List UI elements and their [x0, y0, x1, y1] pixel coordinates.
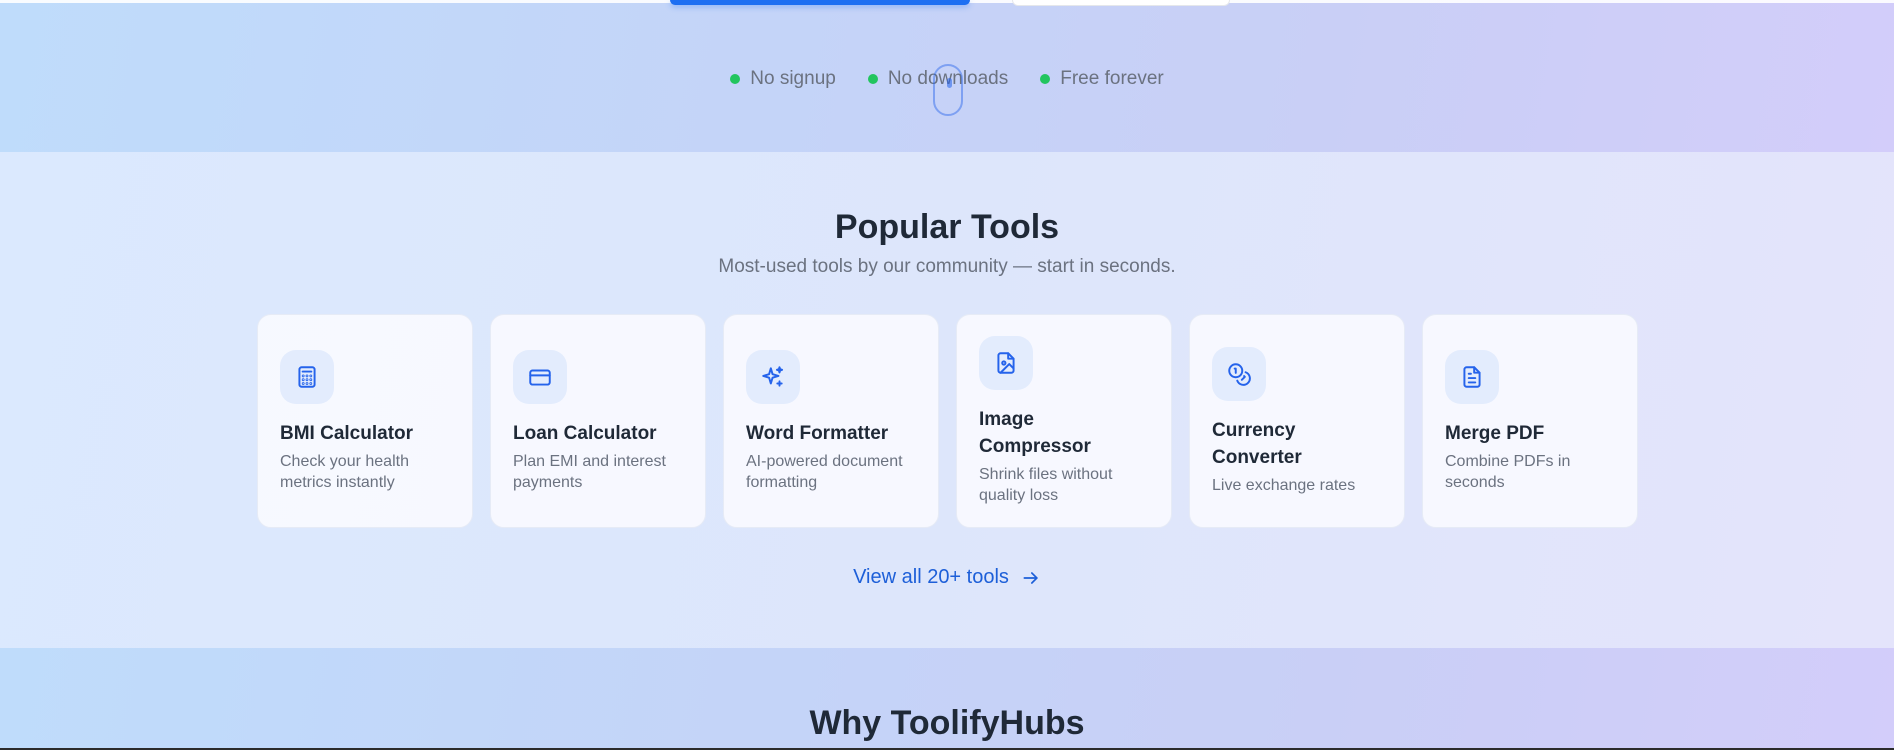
badge-no-signup: No signup: [730, 68, 836, 90]
file-text-icon: [1445, 349, 1499, 404]
secondary-cta-button[interactable]: [1012, 0, 1230, 6]
section-title: Popular Tools: [834, 208, 1060, 246]
tool-name: Image Compressor: [979, 409, 1091, 457]
tool-name: Word Formatter: [746, 422, 889, 444]
credit-card-icon: [513, 349, 567, 404]
view-all-tools-link[interactable]: View all 20+ tools: [0, 566, 1894, 589]
tool-name: BMI Calculator: [280, 422, 414, 444]
why-section: Why ToolifyHubs: [0, 648, 1894, 748]
file-image-icon: [979, 336, 1033, 390]
tool-name: Merge PDF: [1445, 422, 1545, 444]
check-dot-icon: [730, 74, 741, 84]
tool-description: Live exchange rates: [1212, 476, 1356, 494]
tool-description: Check your health metrics instantly: [280, 452, 409, 491]
view-all-label: View all 20+ tools: [853, 566, 1009, 588]
tool-card-bmi-calculator[interactable]: BMI Calculator Check your health metrics…: [257, 314, 473, 528]
check-dot-icon: [1040, 74, 1051, 84]
calculator-icon: [280, 349, 334, 404]
tool-card-word-formatter[interactable]: Word Formatter AI-powered document forma…: [723, 314, 939, 528]
tool-description: Plan EMI and interest payments: [513, 452, 666, 491]
tool-name: Loan Calculator: [513, 422, 657, 444]
badge-free-forever: Free forever: [1040, 68, 1164, 90]
section-title: Why ToolifyHubs: [809, 704, 1085, 742]
scroll-wheel: [947, 78, 952, 88]
tool-description: AI-powered document formatting: [746, 452, 903, 491]
badge-label: No signup: [750, 68, 836, 89]
check-dot-icon: [867, 74, 878, 84]
tool-card-loan-calculator[interactable]: Loan Calculator Plan EMI and interest pa…: [490, 314, 706, 528]
hero-section: No signup No downloads Free forever: [0, 0, 1894, 152]
arrow-right-icon: [1023, 571, 1038, 584]
popular-tools-section: Popular Tools Most-used tools by our com…: [0, 152, 1894, 648]
tool-name: Currency Converter: [1212, 419, 1302, 468]
tool-card-image-compressor[interactable]: Image Compressor Shrink files without qu…: [956, 314, 1172, 528]
primary-cta-button[interactable]: [670, 0, 970, 5]
tool-card-merge-pdf[interactable]: Merge PDF Combine PDFs in seconds: [1422, 314, 1638, 528]
tool-description: Combine PDFs in seconds: [1445, 452, 1571, 491]
tool-grid: BMI Calculator Check your health metrics…: [257, 314, 1638, 528]
sparkles-icon: [746, 349, 800, 404]
tool-card-currency-converter[interactable]: Currency Converter Live exchange rates: [1189, 314, 1405, 528]
coins-icon: [1212, 346, 1266, 401]
badge-label: Free forever: [1060, 68, 1164, 89]
scroll-mouse-icon[interactable]: [933, 64, 963, 116]
section-subtitle: Most-used tools by our community — start…: [718, 256, 1176, 277]
tool-description: Shrink files without quality loss: [979, 466, 1113, 504]
